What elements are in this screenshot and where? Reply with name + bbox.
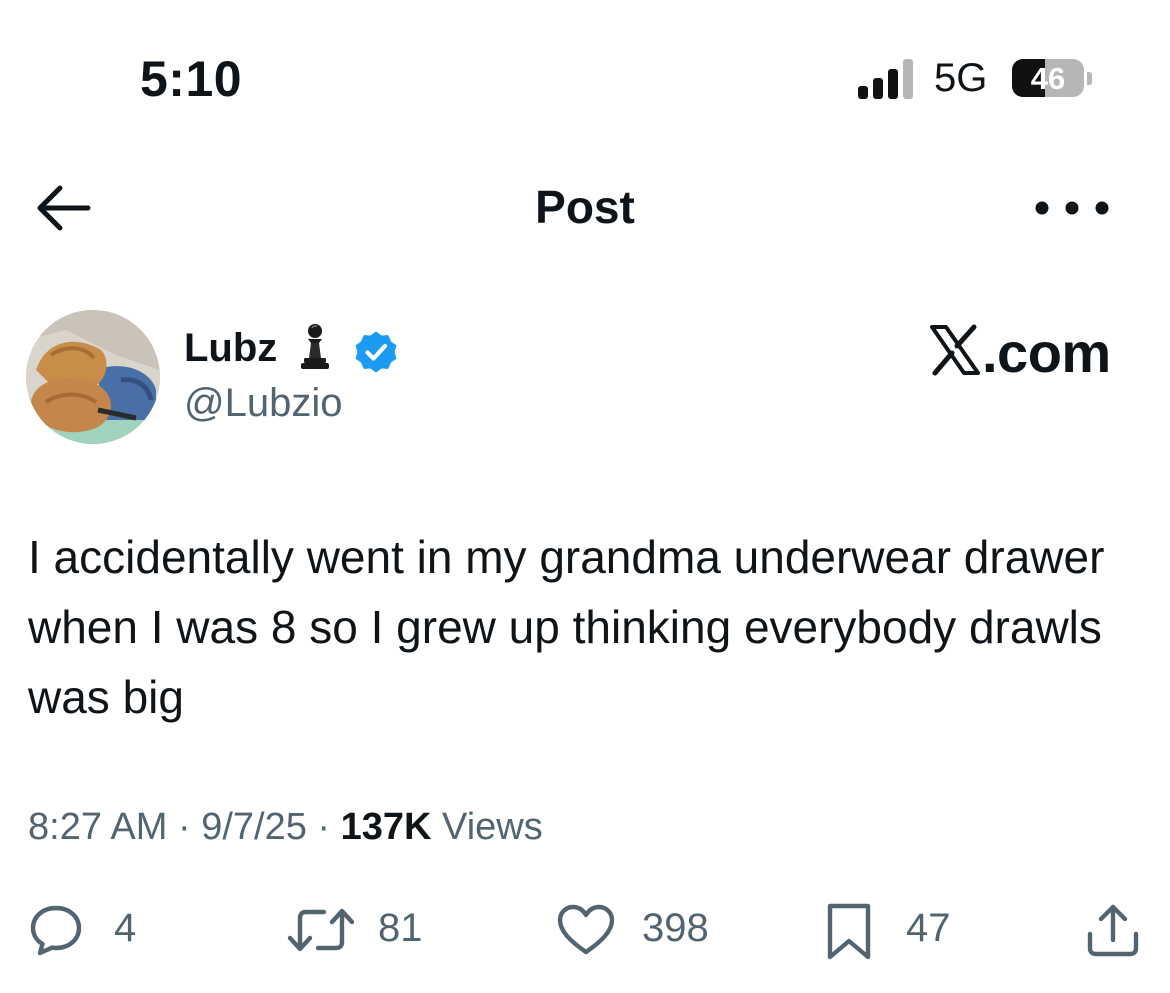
page-title: Post bbox=[535, 181, 635, 233]
repost-count: 81 bbox=[378, 906, 423, 950]
bookmark-icon bbox=[827, 903, 871, 960]
x-logo-icon bbox=[930, 324, 980, 376]
x-com-watermark: .com bbox=[928, 320, 1118, 384]
more-horizontal-icon bbox=[1035, 201, 1109, 215]
bookmark-button[interactable]: 47 bbox=[824, 902, 964, 960]
bookmark-count: 47 bbox=[906, 906, 951, 950]
battery-icon: 46 bbox=[1012, 59, 1084, 97]
signal-bar bbox=[888, 69, 898, 99]
signal-bar bbox=[903, 59, 913, 99]
reply-count: 4 bbox=[114, 906, 137, 950]
network-type: 5G bbox=[934, 56, 988, 100]
post-date[interactable]: 9/7/25 bbox=[201, 806, 307, 848]
cellular-signal-icon bbox=[858, 59, 913, 99]
battery-terminal bbox=[1087, 72, 1092, 85]
like-count: 398 bbox=[642, 906, 709, 950]
repost-icon bbox=[287, 908, 355, 952]
views-label: Views bbox=[442, 806, 543, 848]
post-time[interactable]: 8:27 AM bbox=[28, 806, 167, 848]
repost-button[interactable]: 81 bbox=[286, 902, 426, 958]
status-time: 5:10 bbox=[140, 51, 243, 107]
chess-pawn-icon bbox=[301, 324, 329, 369]
like-button[interactable]: 398 bbox=[556, 902, 726, 958]
more-options-button[interactable] bbox=[1026, 186, 1118, 230]
avatar-image bbox=[26, 310, 160, 444]
share-icon bbox=[1087, 904, 1139, 957]
author-avatar[interactable] bbox=[26, 310, 160, 444]
reply-button[interactable]: 4 bbox=[28, 902, 148, 958]
post-meta: 8:27 AM · 9/7/25 · 137K Views bbox=[28, 806, 543, 848]
signal-bar bbox=[873, 78, 883, 99]
verified-badge-icon bbox=[355, 331, 397, 373]
views-count: 137K bbox=[340, 806, 432, 848]
signal-bar bbox=[858, 86, 868, 99]
author-display-name[interactable]: Lubz bbox=[184, 326, 277, 371]
x-com-text: .com bbox=[982, 321, 1111, 384]
author-handle[interactable]: @Lubzio bbox=[184, 381, 342, 426]
heart-icon bbox=[557, 904, 615, 955]
share-button[interactable] bbox=[1082, 902, 1144, 958]
post-text: I accidentally went in my grandma underw… bbox=[28, 531, 1105, 723]
battery-percent: 46 bbox=[1030, 61, 1066, 96]
reply-icon bbox=[30, 905, 82, 956]
